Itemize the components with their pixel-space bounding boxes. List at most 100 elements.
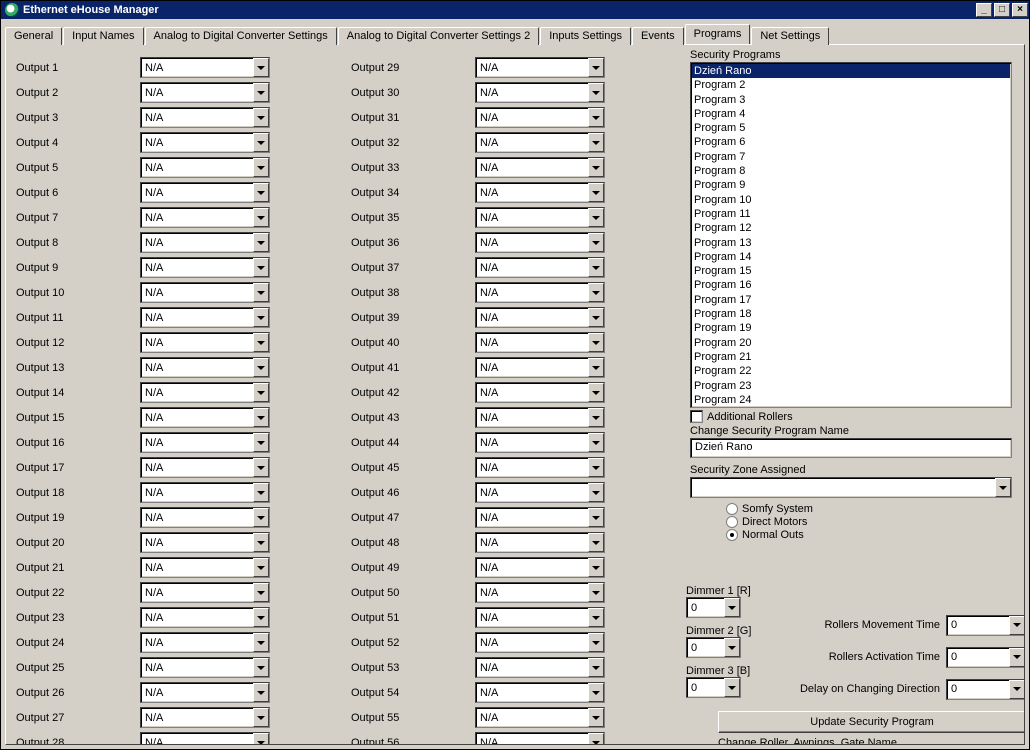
motor-mode-radio[interactable]: Direct Motors [726,516,1012,528]
dimmer2-combo[interactable]: 0 [686,637,741,658]
output-combo[interactable]: N/A [475,382,605,403]
output-combo[interactable]: N/A [475,232,605,253]
output-combo[interactable]: N/A [140,57,270,78]
output-combo[interactable]: N/A [140,707,270,728]
output-combo[interactable]: N/A [475,507,605,528]
list-item[interactable]: Program 3 [692,93,1010,107]
output-combo[interactable]: N/A [140,457,270,478]
tab-analog-to-digital-converter-settings[interactable]: Analog to Digital Converter Settings [145,27,337,45]
list-item[interactable]: Program 8 [692,164,1010,178]
output-combo[interactable]: N/A [475,482,605,503]
output-combo[interactable]: N/A [475,57,605,78]
list-item[interactable]: Program 24 [692,393,1010,407]
output-combo[interactable]: N/A [140,532,270,553]
update-security-program-button[interactable]: Update Security Program [718,711,1025,733]
tab-programs[interactable]: Programs [685,24,751,44]
list-item[interactable]: Program 6 [692,135,1010,149]
output-combo[interactable]: N/A [475,607,605,628]
rollers-movement-combo[interactable]: 0 [946,615,1025,636]
delay-changing-combo[interactable]: 0 [946,679,1025,700]
close-button[interactable]: × [1012,3,1028,17]
list-item[interactable]: Program 19 [692,321,1010,335]
output-combo[interactable]: N/A [140,332,270,353]
maximize-button[interactable]: □ [994,3,1010,17]
output-combo[interactable]: N/A [475,407,605,428]
output-combo[interactable]: N/A [140,732,270,745]
output-combo[interactable]: N/A [140,182,270,203]
output-combo[interactable]: N/A [475,157,605,178]
tab-inputs-settings[interactable]: Inputs Settings [540,27,631,45]
output-combo[interactable]: N/A [140,307,270,328]
output-combo[interactable]: N/A [140,557,270,578]
output-combo[interactable]: N/A [475,357,605,378]
dimmer1-combo[interactable]: 0 [686,597,741,618]
tab-input-names[interactable]: Input Names [63,27,143,45]
output-combo[interactable]: N/A [475,82,605,103]
additional-rollers-checkbox[interactable]: Additional Rollers [690,410,1012,423]
output-combo[interactable]: N/A [140,407,270,428]
output-combo[interactable]: N/A [140,682,270,703]
tab-net-settings[interactable]: Net Settings [751,27,829,45]
list-item[interactable]: Program 21 [692,350,1010,364]
output-combo[interactable]: N/A [140,357,270,378]
list-item[interactable]: Program 15 [692,264,1010,278]
output-combo[interactable]: N/A [140,282,270,303]
list-item[interactable]: Program 2 [692,78,1010,92]
list-item[interactable]: Program 14 [692,250,1010,264]
output-combo[interactable]: N/A [475,432,605,453]
list-item[interactable]: Program 5 [692,121,1010,135]
output-combo[interactable]: N/A [475,332,605,353]
output-combo[interactable]: N/A [475,207,605,228]
dimmer3-combo[interactable]: 0 [686,677,741,698]
output-combo[interactable]: N/A [140,657,270,678]
list-item[interactable]: Program 4 [692,107,1010,121]
output-combo[interactable]: N/A [475,557,605,578]
motor-mode-radio[interactable]: Somfy System [726,503,1012,515]
output-combo[interactable]: N/A [475,582,605,603]
output-combo[interactable]: N/A [140,157,270,178]
output-combo[interactable]: N/A [475,282,605,303]
output-combo[interactable]: N/A [475,257,605,278]
output-combo[interactable]: N/A [475,707,605,728]
list-item[interactable]: Program 16 [692,278,1010,292]
output-combo[interactable]: N/A [140,107,270,128]
output-combo[interactable]: N/A [475,532,605,553]
output-combo[interactable]: N/A [475,682,605,703]
list-item[interactable]: Program 22 [692,364,1010,378]
motor-mode-radio[interactable]: Normal Outs [726,529,1012,541]
output-combo[interactable]: N/A [140,132,270,153]
output-combo[interactable]: N/A [140,207,270,228]
output-combo[interactable]: N/A [140,82,270,103]
output-combo[interactable]: N/A [140,257,270,278]
rollers-activation-combo[interactable]: 0 [946,647,1025,668]
list-item[interactable]: Program 20 [692,336,1010,350]
list-item[interactable]: Program 12 [692,221,1010,235]
list-item[interactable]: Program 18 [692,307,1010,321]
tab-events[interactable]: Events [632,27,684,45]
output-combo[interactable]: N/A [140,382,270,403]
output-combo[interactable]: N/A [475,732,605,745]
list-item[interactable]: Dzień Rano [692,64,1010,78]
output-combo[interactable]: N/A [475,657,605,678]
output-combo[interactable]: N/A [475,457,605,478]
output-combo[interactable]: N/A [475,107,605,128]
list-item[interactable]: Program 23 [692,379,1010,393]
security-zone-combo[interactable] [690,477,1012,498]
output-combo[interactable]: N/A [475,132,605,153]
tab-general[interactable]: General [5,27,62,45]
change-program-name-input[interactable]: Dzień Rano [690,438,1012,458]
list-item[interactable]: Program 13 [692,236,1010,250]
output-combo[interactable]: N/A [140,582,270,603]
list-item[interactable]: Program 10 [692,193,1010,207]
tab-analog-to-digital-converter-settings-2[interactable]: Analog to Digital Converter Settings 2 [338,27,539,45]
minimize-button[interactable]: _ [976,3,992,17]
output-combo[interactable]: N/A [475,632,605,653]
security-programs-list[interactable]: Dzień RanoProgram 2Program 3Program 4Pro… [690,62,1012,408]
output-combo[interactable]: N/A [140,632,270,653]
output-combo[interactable]: N/A [140,507,270,528]
output-combo[interactable]: N/A [140,607,270,628]
list-item[interactable]: Program 11 [692,207,1010,221]
output-combo[interactable]: N/A [475,182,605,203]
list-item[interactable]: Program 17 [692,293,1010,307]
list-item[interactable]: Program 9 [692,178,1010,192]
